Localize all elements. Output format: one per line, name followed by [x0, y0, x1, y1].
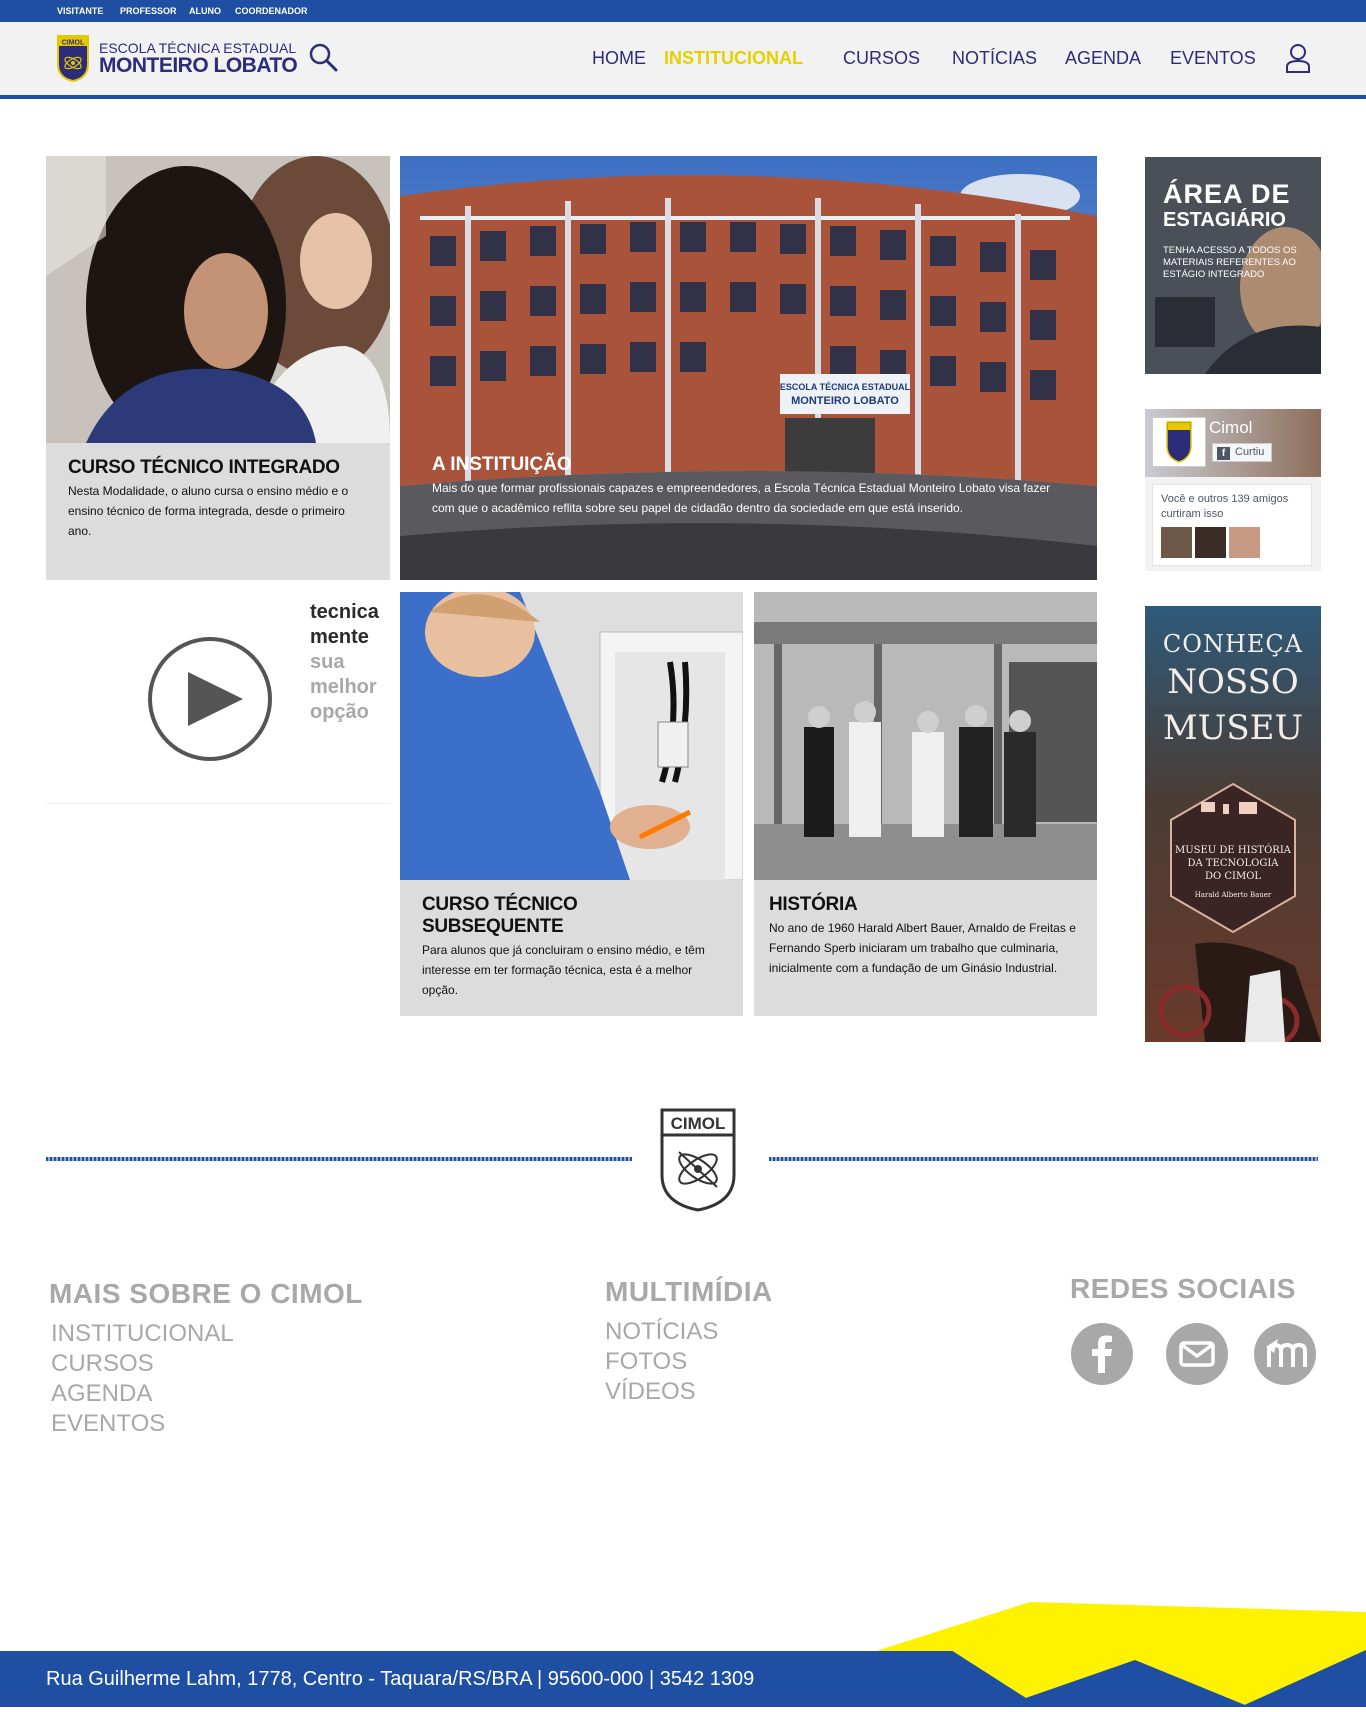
- cimol-emblem[interactable]: CIMOL: [659, 1107, 737, 1213]
- school-logo[interactable]: CIMOL: [56, 34, 90, 83]
- estagiario-title2: ESTAGIÁRIO: [1163, 209, 1286, 231]
- historia-caption[interactable]: HISTÓRIA No ano de 1960 Harald Albert Ba…: [754, 880, 1097, 1016]
- video-divider: [46, 803, 390, 804]
- facebook-like-label: Curtiu: [1235, 446, 1265, 458]
- video-slogan-line1: tecnica: [310, 601, 379, 623]
- topbar-link-aluno[interactable]: ALUNO: [189, 6, 221, 16]
- friend-avatar[interactable]: [1195, 527, 1226, 558]
- footer-address: Rua Guilherme Lahm, 1778, Centro - Taqua…: [46, 1668, 755, 1690]
- museu-badge-line4: Harald Alberto Bauer: [1194, 891, 1272, 899]
- play-icon[interactable]: [147, 636, 273, 762]
- instituicao-text: Mais do que formar profissionais capazes…: [432, 481, 1051, 515]
- nav-noticias[interactable]: NOTÍCIAS: [952, 48, 1037, 69]
- estagiario-banner[interactable]: ÁREA DE ESTAGIÁRIO TENHA ACESSO A TODOS …: [1145, 157, 1321, 374]
- subsequente-caption[interactable]: CURSO TÉCNICO SUBSEQUENTE Para alunos qu…: [400, 880, 743, 1016]
- museu-line1: CONHEÇA: [1162, 630, 1304, 658]
- video-slogan-line5: opção: [310, 701, 369, 723]
- instituicao-photo[interactable]: ESCOLA TÉCNICA ESTADUAL MONTEIRO LOBATO …: [400, 156, 1097, 580]
- facebook-page-avatar[interactable]: [1152, 417, 1206, 467]
- estagiario-text: TENHA ACESSO A TODOS OS MATERIAIS REFERE…: [1163, 245, 1297, 280]
- integrado-caption[interactable]: CURSO TÉCNICO INTEGRADO Nesta Modalidade…: [46, 443, 390, 580]
- estagiario-title1: ÁREA DE: [1163, 179, 1291, 209]
- subsequente-title: CURSO TÉCNICO SUBSEQUENTE: [422, 894, 578, 937]
- historia-text: No ano de 1960 Harald Albert Bauer, Arna…: [769, 921, 1076, 975]
- footer-divider-right: [769, 1157, 1318, 1161]
- footer-link-fotos[interactable]: FOTOS: [605, 1348, 687, 1376]
- video-slogan-line2: mente: [310, 626, 369, 648]
- facebook-page-name[interactable]: Cimol: [1209, 418, 1252, 438]
- user-icon[interactable]: [1285, 43, 1311, 73]
- topbar-link-professor[interactable]: PROFESSOR: [120, 6, 177, 16]
- footer-col1-title: MAIS SOBRE O CIMOL: [49, 1278, 363, 1309]
- historia-photo[interactable]: [754, 592, 1097, 880]
- integrado-text: Nesta Modalidade, o aluno cursa o ensino…: [68, 484, 349, 538]
- museu-badge-line1: MUSEU DE HISTÓRIA: [1174, 845, 1291, 856]
- facebook-icon[interactable]: [1071, 1323, 1133, 1385]
- facebook-friends-text: Você e outros 139 amigos curtiram isso: [1161, 493, 1289, 520]
- video-slogan-line4: melhor: [310, 676, 377, 698]
- footer-divider-left: [46, 1157, 632, 1161]
- video-slogan-line3: sua: [310, 651, 345, 673]
- nav-cursos[interactable]: CURSOS: [843, 48, 920, 69]
- footer-link-agenda[interactable]: AGENDA: [51, 1380, 152, 1408]
- nav-agenda[interactable]: AGENDA: [1065, 48, 1141, 69]
- footer-link-institucional[interactable]: INSTITUCIONAL: [51, 1320, 234, 1348]
- museu-line3: MUSEU: [1162, 708, 1304, 748]
- subsequente-photo[interactable]: [400, 592, 743, 880]
- moodle-icon[interactable]: [1254, 1323, 1316, 1385]
- footer-link-cursos[interactable]: CURSOS: [51, 1350, 154, 1378]
- facebook-like-button[interactable]: f Curtiu: [1212, 443, 1272, 462]
- header-divider: [0, 95, 1366, 99]
- friend-avatar[interactable]: [1161, 527, 1192, 558]
- emblem-text: CIMOL: [671, 1114, 726, 1133]
- nav-institucional[interactable]: INSTITUCIONAL: [664, 48, 803, 69]
- historia-title: HISTÓRIA: [769, 894, 858, 915]
- museu-badge-line3: DO CIMOL: [1204, 871, 1262, 882]
- footer-link-noticias[interactable]: NOTÍCIAS: [605, 1318, 718, 1346]
- logo-badge-text: CIMOL: [62, 40, 85, 47]
- footer-link-eventos[interactable]: EVENTOS: [51, 1410, 165, 1438]
- integrado-title: CURSO TÉCNICO INTEGRADO: [68, 457, 340, 478]
- integrado-photo[interactable]: [46, 156, 390, 443]
- topbar-link-visitante[interactable]: VISITANTE: [57, 6, 103, 16]
- building-sign-line1: ESCOLA TÉCNICA ESTADUAL: [780, 382, 911, 392]
- museu-badge-line2: DA TECNOLOGIA: [1187, 858, 1279, 869]
- instituicao-title: A INSTITUIÇÃO: [432, 454, 572, 475]
- nav-home[interactable]: HOME: [592, 48, 646, 69]
- video-slogan: tecnica mente sua melhor opção: [310, 600, 379, 725]
- footer-col3-title: REDES SOCIAIS: [1070, 1273, 1296, 1304]
- building-sign-line2: MONTEIRO LOBATO: [791, 395, 899, 407]
- footer-col2-title: MULTIMÍDIA: [605, 1276, 773, 1307]
- footer-link-videos[interactable]: VÍDEOS: [605, 1378, 696, 1406]
- museu-banner[interactable]: CONHEÇA NOSSO MUSEU MUSEU DE HISTÓRIA DA…: [1145, 606, 1321, 1042]
- search-icon[interactable]: [308, 42, 340, 74]
- friend-avatar[interactable]: [1229, 527, 1260, 558]
- email-icon[interactable]: [1166, 1323, 1228, 1385]
- museu-line2: NOSSO: [1167, 662, 1299, 702]
- nav-eventos[interactable]: EVENTOS: [1170, 48, 1256, 69]
- facebook-icon: f: [1217, 447, 1230, 460]
- museu-badge: MUSEU DE HISTÓRIA DA TECNOLOGIA DO CIMOL…: [1145, 844, 1321, 902]
- topbar-link-coordenador[interactable]: COORDENADOR: [235, 6, 308, 16]
- school-name-line2: MONTEIRO LOBATO: [99, 54, 298, 77]
- subsequente-text: Para alunos que já concluiram o ensino m…: [422, 943, 705, 997]
